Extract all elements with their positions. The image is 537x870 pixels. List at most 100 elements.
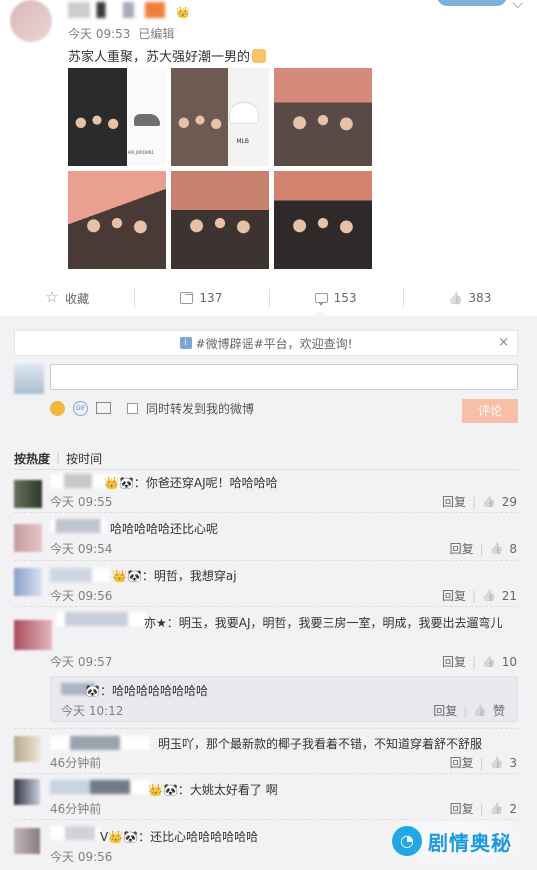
edited-label[interactable]: 已编辑	[138, 27, 174, 41]
comment-input[interactable]	[50, 364, 518, 390]
comment-actions: 回复 | 8	[450, 540, 517, 557]
emoji-icon[interactable]	[50, 400, 65, 416]
commenter-name[interactable]	[50, 568, 110, 582]
photo-2[interactable]: MLB	[171, 68, 269, 166]
action-separator: |	[463, 703, 468, 718]
sort-separator: |	[56, 450, 61, 464]
avatar[interactable]	[14, 524, 42, 552]
action-bar: 收藏 137 153 383	[0, 283, 537, 313]
sneaker-image	[134, 114, 160, 126]
commenter-name[interactable]	[50, 519, 106, 533]
avatar[interactable]	[14, 828, 40, 854]
reply-button[interactable]: 回复	[442, 587, 466, 604]
reply-time: 今天 10:12	[61, 704, 124, 718]
notice-text[interactable]: #微博辟谣#平台，欢迎查询!	[196, 335, 353, 352]
like-count: 21	[501, 588, 517, 603]
submit-comment-button[interactable]: 评论	[462, 399, 518, 423]
repost-checkbox-label: 同时转发到我的微博	[146, 401, 255, 416]
commenter-name[interactable]	[50, 826, 100, 840]
reply-button[interactable]: 回复	[442, 493, 466, 510]
repost-checkbox[interactable]	[127, 402, 138, 414]
gif-icon[interactable]: GIF	[73, 400, 88, 416]
avatar[interactable]	[14, 568, 42, 596]
star-icon	[45, 288, 59, 306]
post-time[interactable]: 今天 09:53	[68, 27, 130, 41]
like-count: 29	[501, 494, 517, 509]
favorite-button[interactable]: 收藏	[0, 283, 134, 313]
thumbs-up-icon[interactable]	[490, 756, 504, 769]
comment-text: 明玉吖，那个最新款的椰子我看着不错，不知道穿着舒不舒服	[158, 737, 483, 751]
author-name[interactable]	[68, 2, 178, 18]
divider	[14, 512, 518, 513]
thumbs-up-icon[interactable]	[473, 704, 487, 717]
post-text: 苏家人重聚，苏大强好潮一男的	[68, 46, 267, 65]
comment-time: 今天 09:55	[50, 495, 113, 509]
author-avatar[interactable]	[10, 0, 52, 42]
action-separator: |	[471, 654, 477, 669]
comment-actions: 回复 | 21	[442, 587, 517, 604]
photo-caption: AIR JORDAN1	[127, 150, 154, 155]
comment-text: 👑🐼：大姚太好看了 啊	[148, 783, 278, 797]
comment-text: 亦★：明玉，我要AJ，明哲，我要三房一室，明成，我要出去遛弯儿	[144, 616, 503, 630]
commenter-name[interactable]	[50, 780, 150, 794]
sort-by-hot[interactable]: 按热度	[14, 450, 50, 467]
nested-reply: 🐼：哈哈哈哈哈哈哈哈 今天 10:12 回复 | 赞	[50, 676, 518, 722]
reply-button[interactable]: 回复	[433, 702, 457, 719]
thumbs-up-icon[interactable]	[482, 589, 496, 602]
repost-count: 137	[199, 291, 223, 305]
photo-3[interactable]	[274, 68, 372, 166]
comment-actions: 回复 | 10	[442, 653, 517, 670]
comment-text: 👑🐼：你爸还穿AJ呢！哈哈哈哈	[104, 476, 278, 490]
avatar[interactable]	[14, 736, 40, 762]
comment-time: 今天 09:56	[50, 850, 113, 864]
reply-text: 🐼：哈哈哈哈哈哈哈哈	[85, 684, 208, 698]
like-button[interactable]: 383	[402, 283, 537, 313]
reply-button[interactable]: 回复	[450, 540, 474, 557]
close-icon[interactable]: ×	[498, 335, 509, 350]
composer-tools: GIF 同时转发到我的微博	[50, 400, 254, 416]
comment-actions: 回复 | 3	[450, 754, 517, 771]
comment-time: 今天 09:56	[50, 589, 113, 603]
cap-image	[229, 102, 259, 124]
sort-bar: 按热度 | 按时间	[14, 450, 102, 467]
reply-button[interactable]: 回复	[450, 754, 474, 771]
photo-figures	[180, 215, 260, 269]
comment-text: V👑🐼：还比心哈哈哈哈哈哈	[100, 830, 259, 844]
photo-5[interactable]	[171, 171, 269, 269]
photo-4[interactable]	[68, 171, 166, 269]
photo-figures	[172, 112, 227, 166]
photo-caption: MLB	[236, 138, 249, 145]
thumbs-up-icon	[448, 291, 462, 305]
avatar[interactable]	[14, 620, 52, 650]
my-avatar	[14, 364, 44, 394]
divider	[14, 560, 518, 561]
repost-button[interactable]: 137	[134, 283, 268, 313]
like-count: 10	[501, 654, 517, 669]
like-label[interactable]: 赞	[493, 702, 505, 719]
avatar[interactable]	[14, 480, 42, 508]
photo-6[interactable]	[274, 171, 372, 269]
reply-button[interactable]: 回复	[442, 653, 466, 670]
chevron-down-icon[interactable]: ⌵	[512, 0, 523, 12]
comment-panel: i #微博辟谣#平台，欢迎查询! × GIF 同时转发到我的微博 评论 按热度 …	[0, 316, 537, 870]
share-icon	[180, 292, 194, 304]
rumor-notice[interactable]: i #微博辟谣#平台，欢迎查询! ×	[14, 330, 518, 356]
sort-by-time[interactable]: 按时间	[66, 450, 102, 467]
divider	[14, 728, 518, 729]
info-icon: i	[179, 337, 192, 349]
comment-time: 46分钟前	[50, 756, 102, 770]
photo-1[interactable]: AIR JORDAN1	[68, 68, 166, 166]
photo-figures	[283, 215, 363, 269]
comment-button[interactable]: 153	[268, 283, 403, 313]
avatar[interactable]	[14, 779, 40, 805]
photo-figures	[77, 215, 157, 269]
comment-actions: 回复 | 29	[442, 493, 517, 510]
commenter-name[interactable]	[50, 736, 150, 750]
watermark-text: 剧情奥秘	[428, 830, 512, 855]
thumbs-up-icon[interactable]	[490, 542, 504, 555]
commenter-name[interactable]	[56, 612, 146, 626]
thumbs-up-icon[interactable]	[482, 495, 496, 508]
image-icon[interactable]	[96, 402, 111, 414]
thumbs-up-icon[interactable]	[482, 655, 496, 668]
comment-time: 46分钟前	[50, 802, 102, 816]
